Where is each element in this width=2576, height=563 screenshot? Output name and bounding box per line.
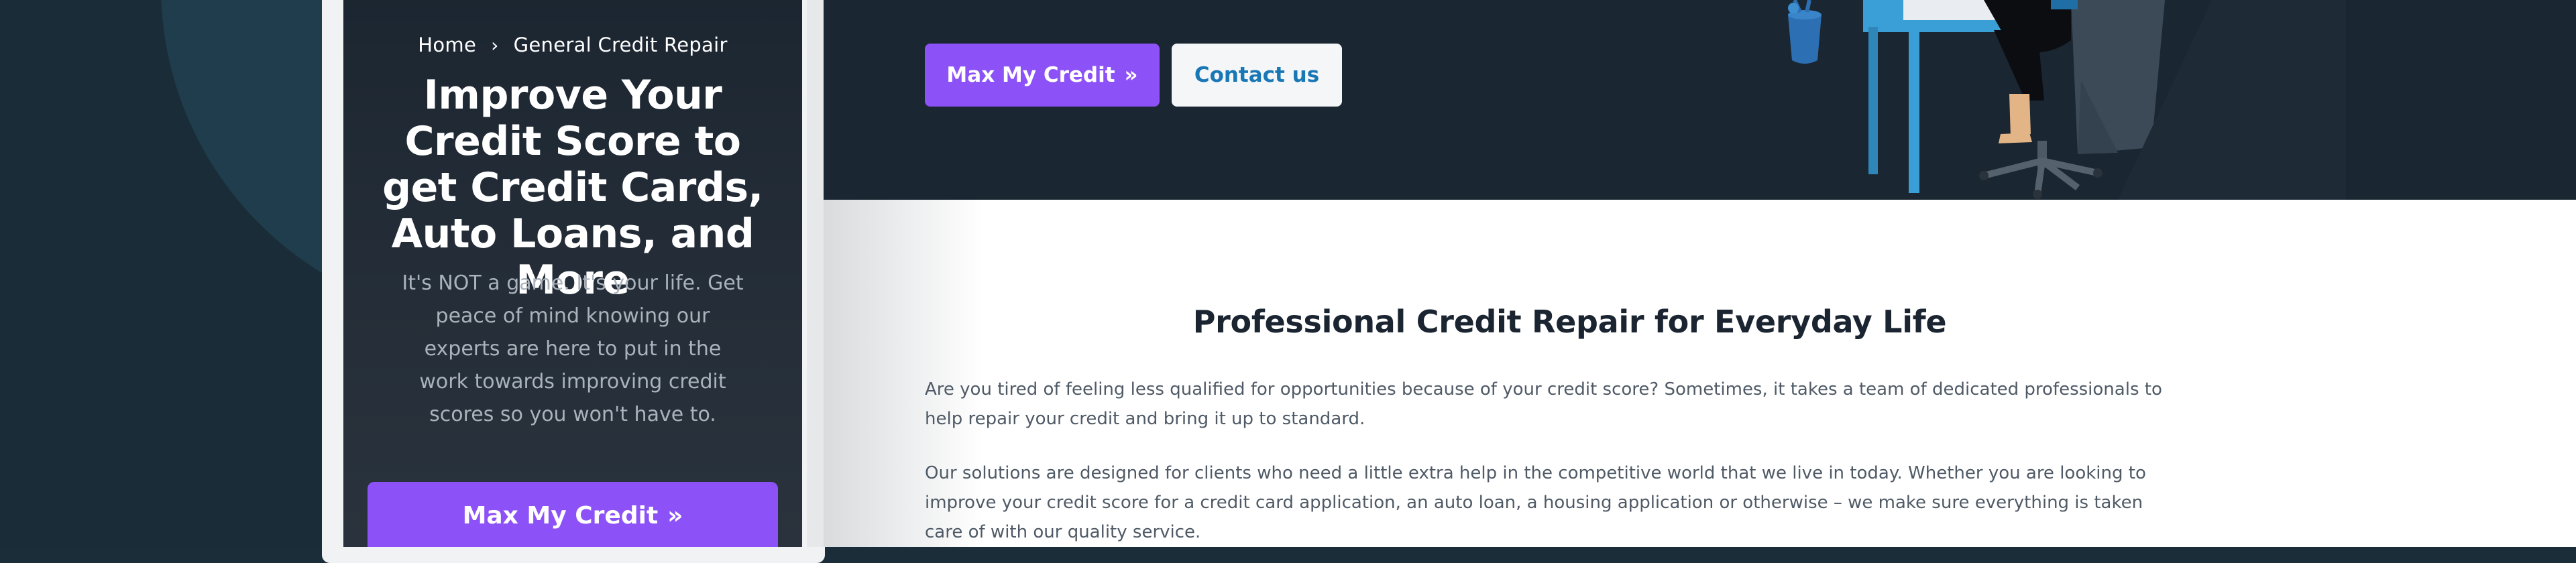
double-chevron-right-icon: »: [1124, 63, 1138, 87]
breadcrumb-home[interactable]: Home: [418, 34, 476, 56]
paragraph-2: Our solutions are designed for clients w…: [925, 463, 2146, 542]
double-chevron-right-icon: »: [667, 502, 683, 529]
paragraph-1: Are you tired of feeling less qualified …: [925, 379, 2162, 429]
scroll-rail: [807, 0, 824, 547]
contact-us-label: Contact us: [1194, 63, 1320, 87]
chevron-right-icon: ›: [491, 34, 499, 56]
mobile-preview: Home › General Credit Repair Improve You…: [343, 0, 802, 547]
mobile-cta-label: Max My Credit: [462, 502, 659, 529]
breadcrumb: Home › General Credit Repair: [343, 34, 802, 56]
section-title: Professional Credit Repair for Everyday …: [1192, 304, 1947, 340]
mobile-hero-description: It's NOT a game. It's your life. Get pea…: [402, 271, 744, 426]
max-my-credit-button[interactable]: Max My Credit »: [925, 44, 1160, 107]
desk-illustration: [1788, 0, 2346, 200]
content-section: Professional Credit Repair for Everyday …: [824, 200, 2576, 547]
mobile-max-my-credit-button[interactable]: Max My Credit »: [368, 482, 778, 547]
contact-us-button[interactable]: Contact us: [1172, 44, 1342, 107]
breadcrumb-current[interactable]: General Credit Repair: [514, 34, 728, 56]
max-my-credit-label: Max My Credit: [946, 63, 1115, 87]
hero-banner: Max My Credit » Contact us: [824, 0, 2576, 200]
